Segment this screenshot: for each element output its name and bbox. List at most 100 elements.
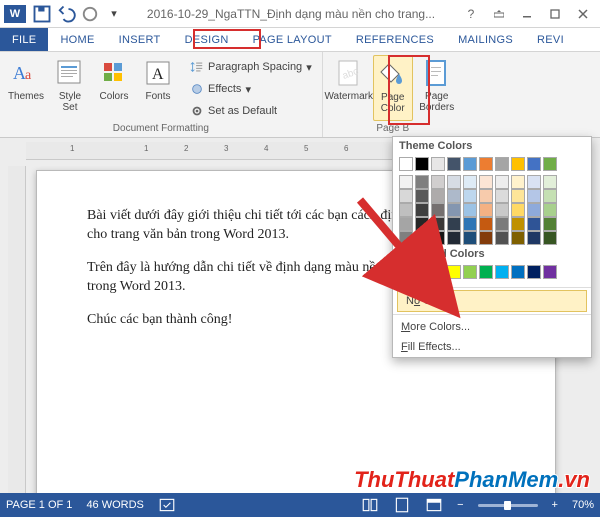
color-swatch[interactable] <box>431 175 445 189</box>
maximize-icon[interactable] <box>542 3 568 25</box>
color-swatch[interactable] <box>479 231 493 245</box>
color-swatch[interactable] <box>415 265 429 279</box>
color-swatch[interactable] <box>495 157 509 171</box>
color-swatch[interactable] <box>415 157 429 171</box>
fill-effects-item[interactable]: Fill Effects... <box>393 337 591 357</box>
color-swatch[interactable] <box>415 189 429 203</box>
tab-mailings[interactable]: MAILINGS <box>446 28 525 51</box>
color-swatch[interactable] <box>399 203 413 217</box>
color-swatch[interactable] <box>495 189 509 203</box>
color-swatch[interactable] <box>399 175 413 189</box>
set-default-button[interactable]: Set as Default <box>186 101 316 121</box>
color-swatch[interactable] <box>463 175 477 189</box>
color-swatch[interactable] <box>431 217 445 231</box>
color-swatch[interactable] <box>543 217 557 231</box>
tab-design[interactable]: DESIGN <box>173 28 241 51</box>
more-colors-item[interactable]: More Colors... <box>393 317 591 337</box>
tab-home[interactable]: HOME <box>48 28 106 51</box>
color-swatch[interactable] <box>431 203 445 217</box>
color-swatch[interactable] <box>431 157 445 171</box>
color-swatch[interactable] <box>447 175 461 189</box>
color-swatch[interactable] <box>415 203 429 217</box>
status-words[interactable]: 46 WORDS <box>86 499 143 511</box>
color-swatch[interactable] <box>511 217 525 231</box>
color-swatch[interactable] <box>543 189 557 203</box>
zoom-slider[interactable] <box>478 504 538 507</box>
color-swatch[interactable] <box>511 189 525 203</box>
help-icon[interactable]: ? <box>458 3 484 25</box>
themes-button[interactable]: Aa Themes <box>6 55 46 121</box>
save-icon[interactable] <box>32 4 52 24</box>
color-swatch[interactable] <box>527 157 541 171</box>
color-swatch[interactable] <box>399 189 413 203</box>
color-swatch[interactable] <box>511 175 525 189</box>
color-swatch[interactable] <box>527 265 541 279</box>
color-swatch[interactable] <box>495 231 509 245</box>
color-swatch[interactable] <box>415 231 429 245</box>
color-swatch[interactable] <box>543 175 557 189</box>
color-swatch[interactable] <box>511 157 525 171</box>
effects-button[interactable]: Effects ▾ <box>186 79 316 99</box>
color-swatch[interactable] <box>495 217 509 231</box>
tab-page-layout[interactable]: PAGE LAYOUT <box>241 28 344 51</box>
color-swatch[interactable] <box>463 157 477 171</box>
color-swatch[interactable] <box>527 217 541 231</box>
page-borders-button[interactable]: Page Borders <box>417 55 457 121</box>
color-swatch[interactable] <box>543 203 557 217</box>
color-swatch[interactable] <box>527 175 541 189</box>
zoom-in-icon[interactable]: + <box>552 499 558 511</box>
watermark-button[interactable]: abc Watermark <box>329 55 369 121</box>
color-swatch[interactable] <box>431 189 445 203</box>
color-swatch[interactable] <box>479 189 493 203</box>
color-swatch[interactable] <box>511 203 525 217</box>
color-swatch[interactable] <box>447 231 461 245</box>
color-swatch[interactable] <box>447 265 461 279</box>
color-swatch[interactable] <box>463 231 477 245</box>
status-page[interactable]: PAGE 1 OF 1 <box>6 499 72 511</box>
color-swatch[interactable] <box>447 189 461 203</box>
color-swatch[interactable] <box>543 157 557 171</box>
tab-file[interactable]: FILE <box>0 28 48 51</box>
color-swatch[interactable] <box>463 189 477 203</box>
zoom-out-icon[interactable]: − <box>457 499 463 511</box>
color-swatch[interactable] <box>479 203 493 217</box>
color-swatch[interactable] <box>415 217 429 231</box>
color-swatch[interactable] <box>495 175 509 189</box>
colors-button[interactable]: Colors <box>94 55 134 121</box>
color-swatch[interactable] <box>527 203 541 217</box>
style-set-button[interactable]: Style Set <box>50 55 90 121</box>
color-swatch[interactable] <box>479 265 493 279</box>
color-swatch[interactable] <box>431 231 445 245</box>
color-swatch[interactable] <box>399 231 413 245</box>
color-swatch[interactable] <box>415 175 429 189</box>
paragraph-spacing-button[interactable]: Paragraph Spacing ▾ <box>186 57 316 77</box>
color-swatch[interactable] <box>399 157 413 171</box>
color-swatch[interactable] <box>527 231 541 245</box>
read-mode-icon[interactable] <box>361 496 379 514</box>
color-swatch[interactable] <box>431 265 445 279</box>
tab-review[interactable]: REVI <box>525 28 576 51</box>
color-swatch[interactable] <box>511 231 525 245</box>
no-color-item[interactable]: No Color <box>397 290 587 312</box>
tab-references[interactable]: REFERENCES <box>344 28 446 51</box>
print-layout-icon[interactable] <box>393 496 411 514</box>
color-swatch[interactable] <box>511 265 525 279</box>
minimize-icon[interactable] <box>514 3 540 25</box>
color-swatch[interactable] <box>495 203 509 217</box>
ribbon-options-icon[interactable] <box>486 3 512 25</box>
color-swatch[interactable] <box>447 157 461 171</box>
color-swatch[interactable] <box>527 189 541 203</box>
color-swatch[interactable] <box>447 217 461 231</box>
color-swatch[interactable] <box>463 203 477 217</box>
close-icon[interactable] <box>570 3 596 25</box>
color-swatch[interactable] <box>399 217 413 231</box>
tab-insert[interactable]: INSERT <box>107 28 173 51</box>
qat-dropdown-icon[interactable]: ▾ <box>104 4 124 24</box>
undo-icon[interactable] <box>56 4 76 24</box>
spellcheck-icon[interactable] <box>158 496 176 514</box>
color-swatch[interactable] <box>479 157 493 171</box>
redo-icon[interactable] <box>80 4 100 24</box>
fonts-button[interactable]: A Fonts <box>138 55 178 121</box>
color-swatch[interactable] <box>463 265 477 279</box>
color-swatch[interactable] <box>543 231 557 245</box>
